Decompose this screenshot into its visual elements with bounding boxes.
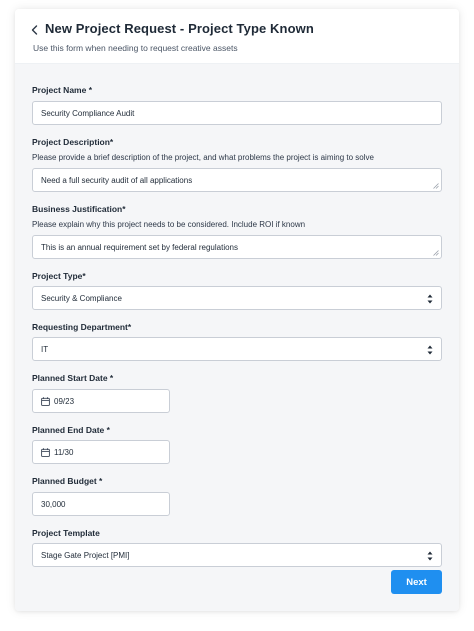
project-type-value: Security & Compliance (41, 294, 122, 303)
calendar-icon[interactable] (41, 448, 50, 457)
requesting-department-select[interactable]: IT (32, 337, 442, 361)
form-header: New Project Request - Project Type Known… (15, 9, 459, 64)
project-description-label: Project Description* (32, 137, 114, 147)
select-arrows-icon (427, 551, 433, 561)
project-template-label: Project Template (32, 528, 100, 538)
project-type-label: Project Type* (32, 271, 86, 281)
business-justification-help: Please explain why this project needs to… (32, 220, 306, 229)
project-name-input[interactable]: Security Compliance Audit (32, 101, 442, 125)
project-name-label: Project Name * (32, 85, 92, 95)
planned-budget-input[interactable]: 30,000 (32, 492, 170, 516)
planned-start-date-input[interactable]: 09/23 (32, 389, 170, 413)
form-card: New Project Request - Project Type Known… (15, 9, 459, 611)
chevron-left-icon (31, 25, 37, 35)
project-description-textarea[interactable]: Need a full security audit of all applic… (32, 168, 442, 192)
planned-start-date-value: 09/23 (54, 397, 75, 406)
next-button[interactable]: Next (391, 570, 442, 594)
project-description-help: Please provide a brief description of th… (32, 153, 374, 162)
business-justification-textarea[interactable]: This is an annual requirement set by fed… (32, 235, 442, 259)
project-type-select[interactable]: Security & Compliance (32, 286, 442, 310)
planned-budget-value: 30,000 (41, 500, 66, 509)
requesting-department-label: Requesting Department* (32, 322, 132, 332)
page-title: New Project Request - Project Type Known (45, 21, 314, 36)
business-justification-label: Business Justification* (32, 204, 126, 214)
planned-budget-label: Planned Budget * (32, 476, 103, 486)
planned-end-date-label: Planned End Date * (32, 425, 110, 435)
select-arrows-icon (427, 294, 433, 304)
project-description-value: Need a full security audit of all applic… (41, 176, 193, 185)
planned-start-date-label: Planned Start Date * (32, 373, 114, 383)
planned-end-date-input[interactable]: 11/30 (32, 440, 170, 464)
resize-handle-icon[interactable] (433, 250, 439, 256)
project-name-value: Security Compliance Audit (41, 109, 135, 118)
project-template-select[interactable]: Stage Gate Project [PMI] (32, 543, 442, 567)
form-body: Project Name * Security Compliance Audit… (15, 64, 459, 611)
resize-handle-icon[interactable] (433, 183, 439, 189)
business-justification-value: This is an annual requirement set by fed… (41, 243, 238, 252)
back-button[interactable] (27, 22, 41, 38)
calendar-icon[interactable] (41, 397, 50, 406)
project-template-value: Stage Gate Project [PMI] (41, 551, 130, 560)
requesting-department-value: IT (41, 345, 49, 354)
select-arrows-icon (427, 345, 433, 355)
planned-end-date-value: 11/30 (54, 448, 74, 457)
page-subtitle: Use this form when needing to request cr… (33, 43, 238, 53)
